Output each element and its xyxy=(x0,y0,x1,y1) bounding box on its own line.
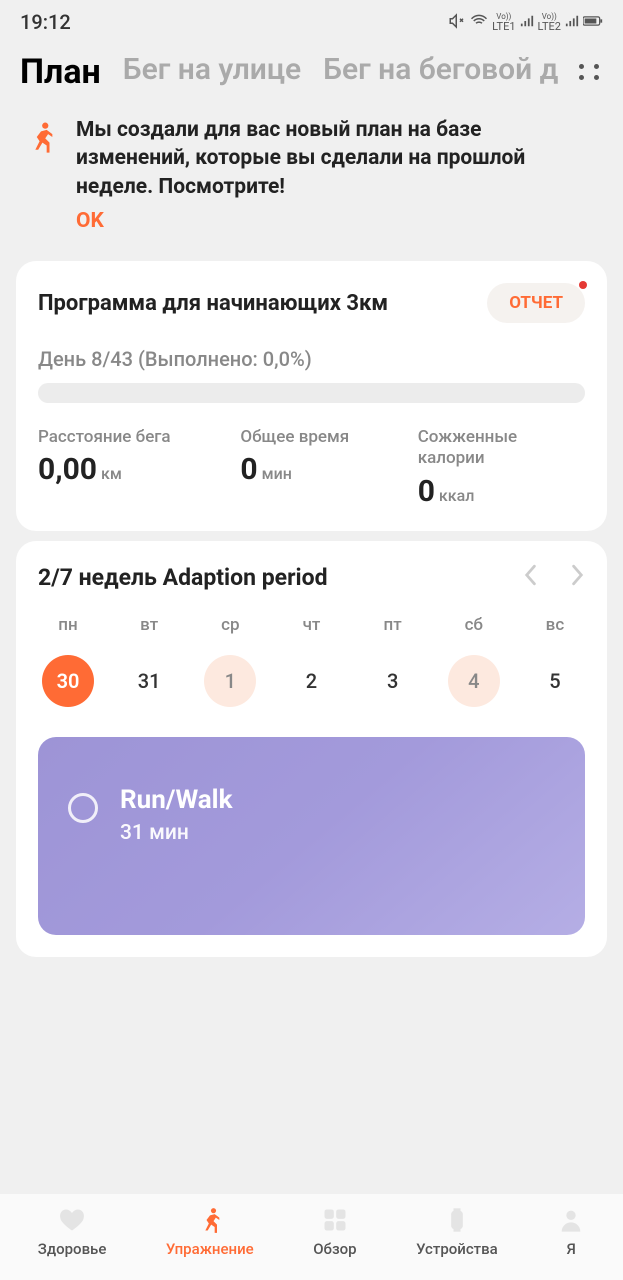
signal2-icon xyxy=(565,14,579,31)
week-card: 2/7 недель Adaption period пн 30 вт 31 с… xyxy=(16,541,607,957)
signal1-icon xyxy=(520,14,534,31)
nav-exercise[interactable]: Упражнение xyxy=(166,1206,254,1258)
notice-ok-button[interactable]: OK xyxy=(76,209,104,233)
days-row: пн 30 вт 31 ср 1 чт 2 пт 3 сб 4 вс 5 xyxy=(38,615,585,707)
workout-card[interactable]: Run/Walk 31 мин xyxy=(38,737,585,935)
program-title: Программа для начинающих 3км xyxy=(38,291,388,316)
program-card: Программа для начинающих 3км ОТЧЕТ День … xyxy=(16,261,607,531)
day-sat[interactable]: сб 4 xyxy=(446,615,502,707)
more-menu-icon[interactable] xyxy=(579,64,603,80)
stat-calories: Сожженные калории 0 ккал xyxy=(418,427,585,509)
week-title: 2/7 недель Adaption period xyxy=(38,564,328,591)
day-mon[interactable]: пн 30 xyxy=(40,615,96,707)
stat-time: Общее время 0 мин xyxy=(240,427,407,509)
battery-icon xyxy=(583,15,603,30)
day-thu[interactable]: чт 2 xyxy=(283,615,339,707)
status-time: 19:12 xyxy=(20,10,71,34)
prev-week-button[interactable] xyxy=(523,563,537,593)
workout-title: Run/Walk xyxy=(120,785,232,815)
bottom-nav: Здоровье Упражнение Обзор Устройства Я xyxy=(0,1194,623,1280)
nav-health[interactable]: Здоровье xyxy=(38,1206,107,1258)
progress-label: День 8/43 (Выполнено: 0,0%) xyxy=(38,347,585,371)
workout-status-icon xyxy=(68,793,98,823)
day-fri[interactable]: пт 3 xyxy=(365,615,421,707)
runner-icon xyxy=(196,1206,224,1234)
wifi-icon xyxy=(470,12,488,33)
person-icon xyxy=(557,1206,585,1234)
tab-treadmill[interactable]: Бег на беговой д xyxy=(323,52,558,92)
mute-icon xyxy=(448,12,466,33)
status-icons: Vo))LTE1 Vo))LTE2 xyxy=(448,12,603,33)
next-week-button[interactable] xyxy=(571,563,585,593)
notice-text: Мы создали для вас новый план на базе из… xyxy=(76,116,599,201)
day-wed[interactable]: ср 1 xyxy=(202,615,258,707)
nav-overview[interactable]: Обзор xyxy=(313,1206,356,1258)
nav-devices[interactable]: Устройства xyxy=(416,1206,498,1258)
day-sun[interactable]: вс 5 xyxy=(527,615,583,707)
report-button[interactable]: ОТЧЕТ xyxy=(487,283,585,323)
notification-dot-icon xyxy=(579,281,587,289)
tabs-row: План Бег на улице Бег на беговой д xyxy=(0,40,623,108)
nav-profile[interactable]: Я xyxy=(557,1206,585,1258)
stat-distance: Расстояние бега 0,00 км xyxy=(38,427,230,509)
device-icon xyxy=(443,1206,471,1234)
runner-icon xyxy=(24,120,58,154)
status-bar: 19:12 Vo))LTE1 Vo))LTE2 xyxy=(0,0,623,40)
workout-duration: 31 мин xyxy=(120,821,232,845)
progress-bar xyxy=(38,383,585,403)
tab-plan[interactable]: План xyxy=(20,52,101,92)
day-tue[interactable]: вт 31 xyxy=(121,615,177,707)
heart-icon xyxy=(58,1206,86,1234)
plan-update-notice: Мы создали для вас новый план на базе из… xyxy=(0,108,623,251)
tab-outdoor-run[interactable]: Бег на улице xyxy=(123,52,301,92)
overview-icon xyxy=(321,1206,349,1234)
